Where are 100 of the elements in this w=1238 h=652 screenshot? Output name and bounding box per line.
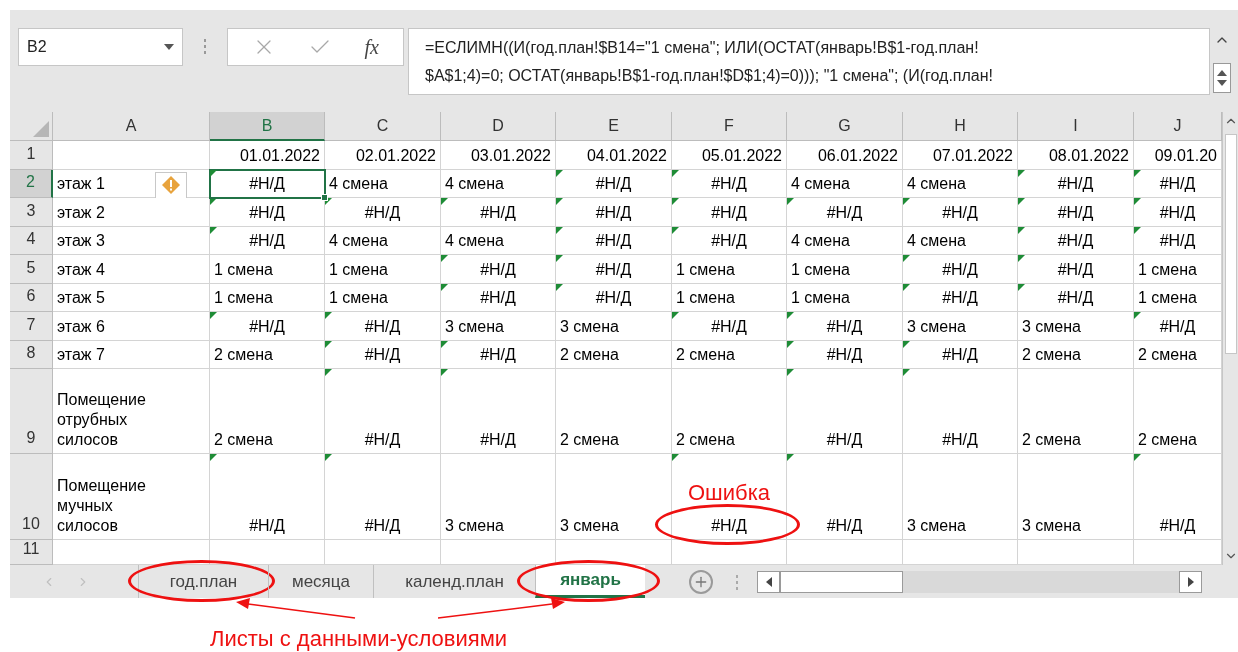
table-cell[interactable]: 4 смена (787, 226, 903, 255)
table-cell[interactable]: Помещение мучных силосов (53, 454, 210, 540)
table-cell[interactable]: 1 смена (325, 283, 441, 312)
table-cell[interactable]: 1 смена (1134, 283, 1222, 312)
table-cell[interactable]: 2 смена (672, 340, 787, 369)
table-cell[interactable]: #Н/Д (556, 169, 672, 198)
row-header[interactable]: 6 (10, 283, 53, 312)
table-cell[interactable]: #Н/Д (903, 255, 1018, 284)
table-cell[interactable]: #Н/Д (903, 283, 1018, 312)
table-cell[interactable]: 2 смена (556, 369, 672, 454)
table-cell[interactable]: 2 смена (1018, 369, 1134, 454)
table-cell[interactable]: 1 смена (1134, 255, 1222, 284)
table-cell[interactable] (1018, 540, 1134, 565)
table-cell[interactable]: #Н/Д (787, 369, 903, 454)
horizontal-scrollbar[interactable] (757, 571, 1202, 593)
table-cell[interactable]: #Н/Д (210, 312, 325, 341)
row-header[interactable]: 3 (10, 198, 53, 227)
table-cell[interactable]: #Н/Д (672, 312, 787, 341)
expand-spinner[interactable] (1212, 63, 1231, 93)
table-cell[interactable]: 1 смена (672, 283, 787, 312)
row-header[interactable]: 11 (10, 540, 53, 565)
table-cell[interactable]: #Н/Д (556, 226, 672, 255)
table-cell[interactable] (210, 540, 325, 565)
table-cell[interactable]: #Н/Д (556, 198, 672, 227)
formula-field[interactable]: =ЕСЛИМН((И(год.план!$B14="1 смена"; ИЛИ(ОСТАТ(январь!B$1-год.план! $A$1;4)=0; ОСТАТ(январь!B$1-год.план!$D$1;4)=0))); "1 смена"; (И(год.план! (408, 28, 1210, 95)
table-cell[interactable]: #Н/Д (903, 340, 1018, 369)
sheet-tab[interactable]: год.план (138, 565, 268, 598)
table-cell[interactable]: #Н/Д (556, 283, 672, 312)
table-cell[interactable]: 2 смена (556, 340, 672, 369)
table-cell[interactable]: #Н/Д (210, 198, 325, 227)
table-cell[interactable]: #Н/Д (441, 340, 556, 369)
row-header[interactable]: 5 (10, 255, 53, 284)
table-cell[interactable]: #Н/Д (903, 369, 1018, 454)
table-cell[interactable]: #Н/Д (441, 369, 556, 454)
table-cell[interactable] (903, 540, 1018, 565)
table-cell[interactable]: этаж 1 (53, 169, 210, 198)
table-cell[interactable]: #Н/Д (787, 312, 903, 341)
scroll-left-button[interactable] (757, 571, 780, 593)
table-cell[interactable]: #Н/Д (787, 454, 903, 540)
row-header[interactable]: 8 (10, 340, 53, 369)
fill-handle[interactable] (321, 194, 328, 201)
column-header[interactable]: F (672, 112, 787, 141)
scroll-right-button[interactable] (1179, 571, 1202, 593)
table-cell[interactable]: 1 смена (672, 255, 787, 284)
table-cell[interactable]: 09.01.20 (1134, 141, 1222, 170)
column-header[interactable]: D (441, 112, 556, 141)
table-cell[interactable]: 4 смена (787, 169, 903, 198)
row-header[interactable]: 10 (10, 454, 53, 540)
table-cell[interactable]: 4 смена (903, 169, 1018, 198)
table-cell[interactable] (556, 540, 672, 565)
table-cell[interactable]: 08.01.2022 (1018, 141, 1134, 170)
table-cell[interactable]: 1 смена (787, 255, 903, 284)
table-cell[interactable]: #Н/Д (325, 312, 441, 341)
table-cell[interactable]: этаж 7 (53, 340, 210, 369)
table-cell[interactable] (1134, 540, 1222, 565)
table-cell[interactable]: 4 смена (441, 226, 556, 255)
table-cell[interactable]: #Н/Д (1134, 312, 1222, 341)
column-header[interactable]: H (903, 112, 1018, 141)
error-check-button[interactable] (155, 171, 187, 199)
table-cell[interactable]: #Н/Д (210, 454, 325, 540)
table-cell[interactable]: 3 смена (556, 312, 672, 341)
table-cell[interactable]: 2 смена (210, 369, 325, 454)
table-cell[interactable]: этаж 4 (53, 255, 210, 284)
table-cell[interactable]: 1 смена (325, 255, 441, 284)
table-cell[interactable] (672, 540, 787, 565)
table-cell[interactable]: #Н/Д (325, 198, 441, 227)
table-cell[interactable]: этаж 3 (53, 226, 210, 255)
column-header[interactable]: J (1134, 112, 1222, 141)
column-header[interactable]: G (787, 112, 903, 141)
column-header[interactable]: A (53, 112, 210, 141)
table-cell[interactable]: 2 смена (672, 369, 787, 454)
column-header[interactable]: B (210, 112, 325, 141)
column-header[interactable]: I (1018, 112, 1134, 141)
add-sheet-button[interactable] (689, 570, 713, 594)
table-cell[interactable]: #Н/Д (441, 283, 556, 312)
table-cell[interactable]: этаж 5 (53, 283, 210, 312)
table-cell[interactable]: 1 смена (210, 255, 325, 284)
table-cell[interactable]: #Н/Д (672, 169, 787, 198)
table-cell[interactable]: 1 смена (210, 283, 325, 312)
table-cell[interactable]: #Н/Д (1018, 169, 1134, 198)
table-cell[interactable]: #Н/Д (1134, 454, 1222, 540)
table-cell[interactable]: #Н/Д (903, 198, 1018, 227)
table-cell[interactable]: #Н/Д (787, 340, 903, 369)
row-header[interactable]: 9 (10, 369, 53, 454)
table-cell[interactable]: 05.01.2022 (672, 141, 787, 170)
table-cell[interactable] (787, 540, 903, 565)
table-cell[interactable] (53, 141, 210, 170)
table-cell[interactable]: #Н/Д (210, 169, 325, 198)
table-cell[interactable] (441, 540, 556, 565)
table-cell[interactable]: #Н/Д (441, 255, 556, 284)
column-header[interactable]: E (556, 112, 672, 141)
row-header[interactable]: 4 (10, 226, 53, 255)
table-cell[interactable]: 4 смена (325, 226, 441, 255)
table-cell[interactable]: #Н/Д (672, 198, 787, 227)
table-cell[interactable]: 4 смена (441, 169, 556, 198)
table-cell[interactable]: 4 смена (325, 169, 441, 198)
table-cell[interactable]: #Н/Д (325, 369, 441, 454)
table-cell[interactable]: 3 смена (903, 454, 1018, 540)
table-cell[interactable]: Помещение отрубных силосов (53, 369, 210, 454)
table-cell[interactable]: 2 смена (1134, 369, 1222, 454)
